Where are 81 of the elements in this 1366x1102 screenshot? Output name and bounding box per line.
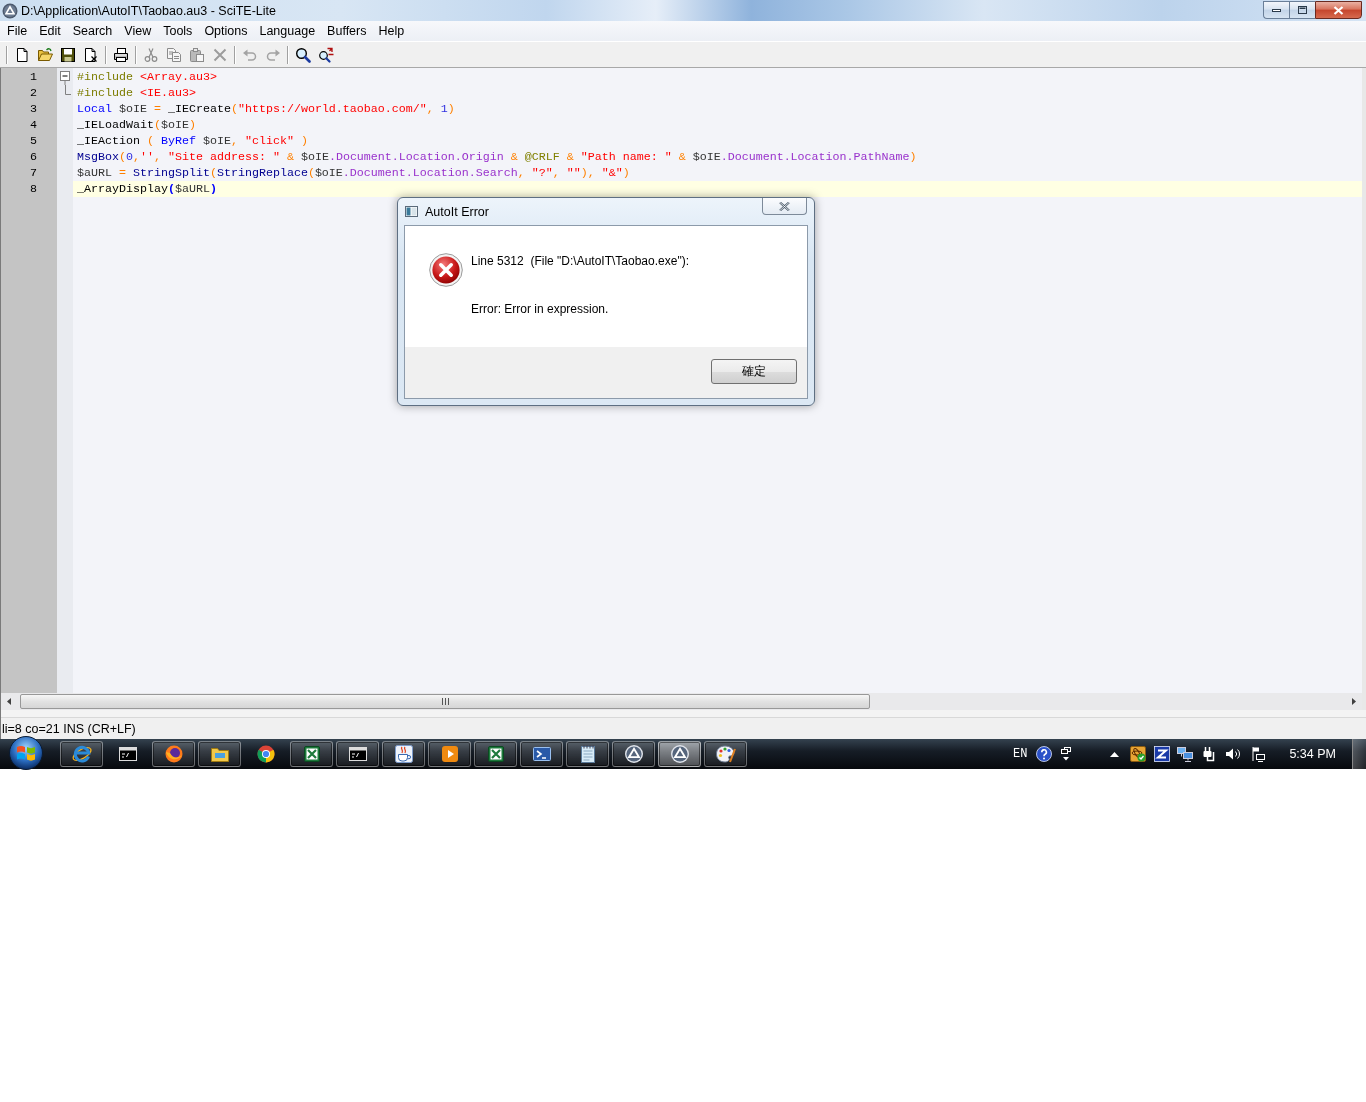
taskbar-button[interactable] [612, 741, 655, 767]
error-message: Line 5312 (File "D:\AutoIT\Taobao.exe"): [471, 253, 689, 269]
up-arrow-icon[interactable] [1110, 751, 1120, 757]
speaker-icon[interactable] [1225, 746, 1242, 762]
scroll-left-arrow-icon[interactable] [7, 698, 11, 705]
error-message: Error: Error in expression. [471, 301, 610, 317]
clock[interactable]: 5:34 PM [1289, 747, 1336, 761]
minimize-button[interactable] [1263, 1, 1289, 19]
page-with-x-icon[interactable] [82, 46, 99, 63]
code-line: _IEAction ( ByRef $oIE, "click" ) [77, 133, 308, 149]
line-number: 1 [30, 69, 37, 85]
taskbar-button[interactable] [60, 741, 103, 767]
taskbar-button[interactable] [520, 741, 563, 767]
start-orb-icon[interactable] [8, 736, 44, 770]
taskbar-button[interactable] [290, 741, 333, 767]
collapse-icon[interactable] [57, 69, 73, 85]
restore-icon[interactable] [1061, 746, 1072, 762]
printer-icon[interactable] [112, 46, 129, 63]
show-desktop-button[interactable] [1352, 739, 1366, 769]
taskbar-button[interactable] [336, 741, 379, 767]
line-number: 5 [30, 133, 37, 149]
taskbar-button[interactable] [704, 741, 747, 767]
menu-item[interactable]: Options [198, 24, 254, 38]
browser-e-icon [70, 743, 93, 765]
help-icon[interactable] [1036, 746, 1053, 762]
line-number: 8 [30, 181, 37, 197]
status-text: li=8 co=21 INS (CR+LF) [2, 721, 136, 736]
triangle-circle-icon [2, 2, 18, 19]
menu-item[interactable]: File [1, 24, 34, 38]
language-indicator[interactable]: EN [1013, 747, 1028, 761]
maximize-icon [1298, 6, 1307, 14]
close-button[interactable] [1315, 1, 1362, 19]
window-icon [405, 206, 418, 217]
taskbar-button[interactable] [428, 741, 471, 767]
palette-icon [714, 743, 737, 765]
menu-item[interactable]: Search [66, 24, 119, 38]
search-icon[interactable] [294, 46, 311, 63]
line-number: 4 [30, 117, 37, 133]
maximize-button[interactable] [1289, 1, 1315, 19]
scrollbar-thumb[interactable] [20, 694, 870, 709]
line-number: 6 [30, 149, 37, 165]
menu-item[interactable]: Help [372, 24, 411, 38]
window-title: D:\Application\AutoIT\Taobao.au3 - SciTE-Lite [21, 3, 276, 18]
menu-item[interactable]: Language [253, 24, 322, 38]
menu-item[interactable]: View [118, 24, 158, 38]
menu-item[interactable]: Edit [33, 24, 67, 38]
atom-check-icon[interactable] [1130, 746, 1147, 762]
taskbar-button[interactable] [566, 741, 609, 767]
line-number: 7 [30, 165, 37, 181]
taskbar-button[interactable] [474, 741, 517, 767]
menu-item[interactable]: Buffers [321, 24, 373, 38]
network-computers-icon[interactable] [1177, 746, 1194, 762]
scroll-right-arrow-icon[interactable] [1352, 698, 1356, 705]
zigzag-tile-icon[interactable] [1154, 746, 1171, 762]
code-line: #include <Array.au3> [77, 69, 217, 85]
code-line: _ArrayDisplay($aURL) [77, 181, 217, 197]
triangle-circle-icon [668, 743, 691, 765]
dialog-title: AutoIt Error [425, 204, 489, 219]
line-number: 2 [30, 85, 37, 101]
code-line: _IELoadWait($oIE) [77, 117, 196, 133]
coffee-cup-icon [392, 743, 415, 765]
open-folder-icon[interactable] [36, 46, 53, 63]
code-line: Local $oIE = _IECreate("https://world.taobao.com/", 1) [77, 101, 455, 117]
menu-item[interactable]: Tools [157, 24, 199, 38]
code-line: $aURL = StringSplit(StringReplace($oIE.Document.Location.Search, "?", ""), "&") [77, 165, 630, 181]
taskbar-button[interactable] [658, 741, 701, 767]
taskbar-button[interactable] [152, 741, 195, 767]
taskbar-button[interactable] [382, 741, 425, 767]
taskbar-button[interactable] [198, 741, 241, 767]
error-icon [429, 253, 463, 287]
grip-icon [441, 698, 449, 705]
triangle-circle-icon [622, 743, 645, 765]
ok-button[interactable]: 確定 [711, 359, 797, 384]
search-arrows-icon[interactable] [317, 46, 334, 63]
close-icon [1333, 5, 1344, 15]
close-icon [779, 201, 790, 211]
code-line: MsgBox(0,'', "Site address: " & $oIE.Document.Location.Origin & @CRLF & "Path name: " & $oIE.Document.Location.PathName) [77, 149, 917, 165]
code-line: #include <IE.au3> [77, 85, 196, 101]
minimize-icon [1272, 8, 1281, 12]
flag-monitor-icon[interactable] [1250, 746, 1267, 762]
line-number: 3 [30, 101, 37, 117]
